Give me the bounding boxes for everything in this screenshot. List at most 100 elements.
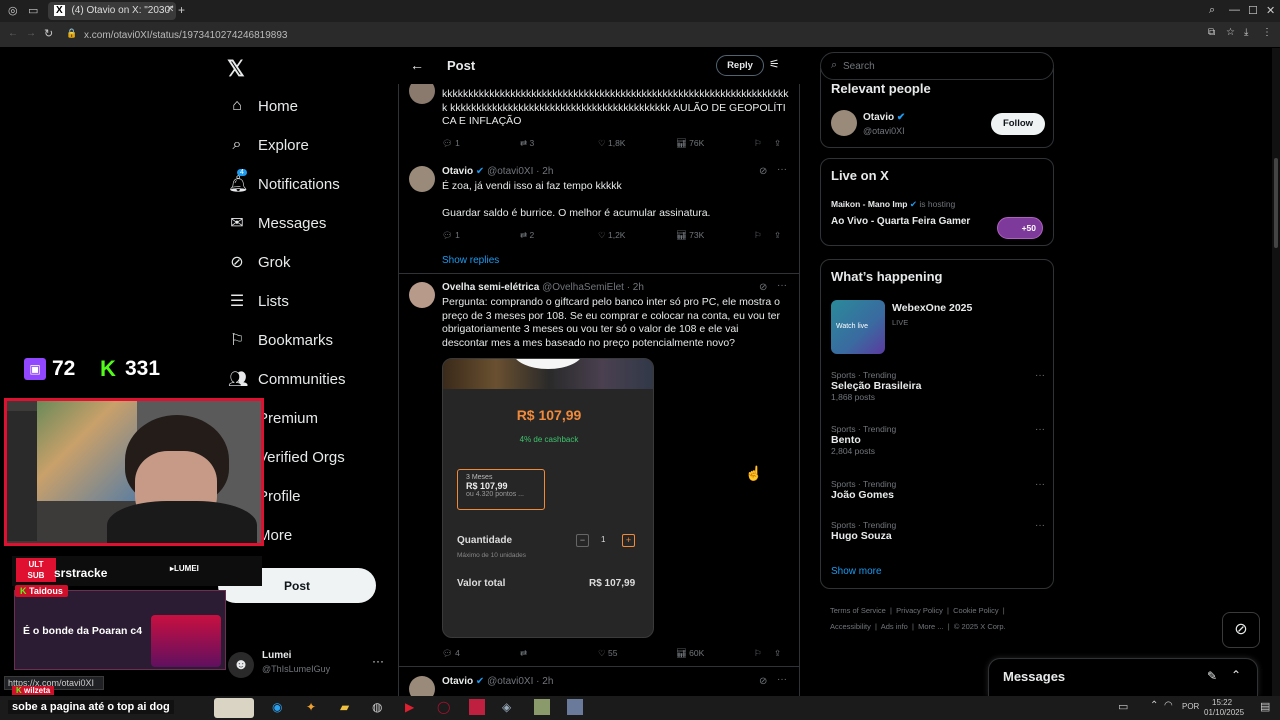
footer-link[interactable]: Terms of Service — [830, 606, 886, 615]
close-window-icon[interactable]: ✕ — [1266, 4, 1275, 17]
notification-center-icon[interactable]: ▤ — [1260, 700, 1270, 713]
search-tabs-icon[interactable]: ⌕ — [1209, 4, 1215, 17]
footer-link[interactable]: More ... — [918, 622, 943, 631]
display-icon[interactable]: ▭ — [1118, 700, 1128, 713]
nav-messages[interactable]: ✉ Messages — [228, 210, 326, 236]
x-logo-icon[interactable]: 𝕏 — [227, 56, 245, 82]
share-icon[interactable]: ⇪ — [774, 230, 781, 241]
browser-menu-icon[interactable]: ◎ — [8, 4, 18, 17]
views-action[interactable]: 📊︎ 76K — [676, 138, 754, 149]
bookmark-icon[interactable]: ⚐ — [754, 230, 774, 241]
repost-action[interactable]: ⇄ 2 — [520, 230, 598, 241]
live-host[interactable]: Maikon - Mano Imp ✔ is hosting — [831, 199, 955, 210]
chevron-up-icon[interactable]: ⌃ — [1231, 668, 1241, 682]
author-handle[interactable]: @otavi0XI — [487, 166, 533, 177]
tweet-time[interactable]: · 2h — [627, 282, 644, 293]
reply-button[interactable]: Reply — [716, 55, 764, 76]
download-icon[interactable]: ⤓ — [1244, 27, 1248, 38]
more-dots-icon[interactable]: ··· — [777, 674, 787, 685]
taskbar-app-thumbnail[interactable] — [214, 698, 254, 718]
back-icon[interactable]: ← — [8, 28, 18, 39]
sidebar-toggle-icon[interactable]: ▭ — [28, 4, 38, 17]
wifi-icon[interactable]: ◠ — [1164, 700, 1173, 711]
maximize-icon[interactable]: ☐ — [1248, 4, 1258, 17]
more-dots-icon[interactable]: ··· — [372, 654, 384, 668]
copilot-icon[interactable]: ✦ — [306, 700, 316, 714]
person-name[interactable]: Otavio ✔ — [863, 112, 905, 123]
event-name[interactable]: WebexOne 2025 — [892, 302, 972, 314]
sliders-icon[interactable]: ⚟ — [769, 57, 780, 71]
show-more-link[interactable]: Show more — [831, 566, 882, 577]
reply-action[interactable]: 💬︎ 1 — [442, 230, 520, 241]
more-dots-icon[interactable]: ··· — [777, 164, 787, 175]
more-dots-icon[interactable]: ··· — [777, 280, 787, 291]
nav-notifications[interactable]: 🔔︎ 4 Notifications — [228, 169, 340, 197]
account-switcher[interactable]: ☻ Lumei @ThIsLumeIGuy ··· — [228, 650, 398, 680]
nav-bookmarks[interactable]: ⚐ Bookmarks — [228, 327, 333, 353]
repost-action[interactable]: ⇄ — [520, 648, 598, 659]
app-icon[interactable] — [567, 699, 583, 715]
follow-button[interactable]: Follow — [991, 113, 1045, 135]
trend-item[interactable]: Sports · Trending João Gomes ··· — [831, 479, 1045, 501]
game-icon[interactable] — [534, 699, 550, 715]
reply-action[interactable]: 💬︎ 4 — [442, 648, 520, 659]
trend-item[interactable]: Sports · Trending Hugo Souza ··· — [831, 520, 1045, 542]
quantity-plus-button[interactable]: + — [622, 534, 635, 547]
footer-link[interactable]: Accessibility — [830, 622, 871, 631]
like-action[interactable]: ♡ 55 — [598, 648, 676, 659]
nav-communities[interactable]: 👥︎ Communities — [228, 366, 346, 392]
bookmark-icon[interactable]: ⚐ — [754, 648, 774, 659]
grok-icon[interactable]: ⊘ — [759, 166, 767, 177]
grok-icon[interactable]: ⊘ — [759, 676, 767, 687]
like-action[interactable]: ♡ 1,8K — [598, 138, 676, 149]
nav-home[interactable]: ⌂ Home — [228, 93, 298, 119]
extensions-icon[interactable]: ⧉ — [1208, 27, 1215, 38]
minimize-icon[interactable]: — — [1229, 4, 1240, 16]
tab-close-icon[interactable]: ✕ — [166, 4, 174, 15]
reload-icon[interactable]: ↻ — [44, 27, 53, 40]
more-dots-icon[interactable]: ··· — [1035, 424, 1045, 435]
forward-icon[interactable]: → — [26, 28, 36, 39]
tweet-image-card[interactable]: R$ 107,99 4% de cashback 3 Meses R$ 107,… — [442, 358, 654, 638]
share-icon[interactable]: ⇪ — [774, 648, 781, 659]
live-listener-count[interactable]: +50 — [997, 217, 1043, 239]
clock-date[interactable]: 01/10/2025 — [1204, 708, 1244, 717]
views-action[interactable]: 📊︎ 73K — [676, 230, 754, 241]
trend-item[interactable]: Sports · Trending Bento 2,804 posts ··· — [831, 424, 1045, 456]
messages-drawer[interactable]: Messages ✎ ⌃ — [988, 658, 1258, 696]
author-name[interactable]: Otavio — [442, 676, 473, 687]
compose-message-icon[interactable]: ✎ — [1207, 669, 1217, 683]
author-handle[interactable]: @OvelhaSemiElet — [542, 282, 624, 293]
obs-icon[interactable]: ◍ — [372, 700, 382, 714]
share-icon[interactable]: ⇪ — [774, 138, 781, 149]
clock-time[interactable]: 15:22 — [1212, 698, 1232, 707]
more-dots-icon[interactable]: ··· — [1035, 370, 1045, 381]
bookmark-icon[interactable]: ⚐ — [754, 138, 774, 149]
quantity-minus-button[interactable]: − — [576, 534, 589, 547]
footer-link[interactable]: Cookie Policy — [953, 606, 998, 615]
media-player-icon[interactable]: ▶ — [405, 700, 414, 714]
giftcard-option[interactable]: 3 Meses R$ 107,99 ou 4.320 pontos ... — [457, 469, 545, 510]
nav-grok[interactable]: ⊘ Grok — [228, 249, 290, 275]
trend-item[interactable]: Sports · Trending Seleção Brasileira 1,8… — [831, 370, 1045, 402]
author-name[interactable]: Otavio — [442, 166, 473, 177]
app-icon[interactable] — [469, 699, 485, 715]
show-replies-link[interactable]: Show replies — [442, 255, 499, 266]
browser-settings-icon[interactable]: ⋮ — [1262, 27, 1272, 38]
edge-icon[interactable]: ◉ — [272, 700, 282, 714]
views-action[interactable]: 📊︎ 60K — [676, 648, 754, 659]
keyboard-language[interactable]: POR — [1182, 702, 1199, 711]
new-tab-icon[interactable]: + — [178, 3, 185, 17]
nav-explore[interactable]: ⌕ Explore — [228, 132, 309, 158]
folder-icon[interactable]: ▰ — [340, 700, 349, 714]
repost-action[interactable]: ⇄ 3 — [520, 138, 598, 149]
steam-icon[interactable]: ◈ — [502, 700, 511, 714]
tweet-time[interactable]: · 2h — [536, 166, 553, 177]
author-name[interactable]: Ovelha semi-elétrica — [442, 282, 539, 293]
avatar[interactable] — [831, 110, 857, 136]
more-dots-icon[interactable]: ··· — [1035, 520, 1045, 531]
more-dots-icon[interactable]: ··· — [1035, 479, 1045, 490]
url-field[interactable]: x.com/otavi0XI/status/197341027424681989… — [84, 30, 288, 41]
grok-icon[interactable]: ⊘ — [759, 282, 767, 293]
tweet-time[interactable]: · 2h — [536, 676, 553, 687]
